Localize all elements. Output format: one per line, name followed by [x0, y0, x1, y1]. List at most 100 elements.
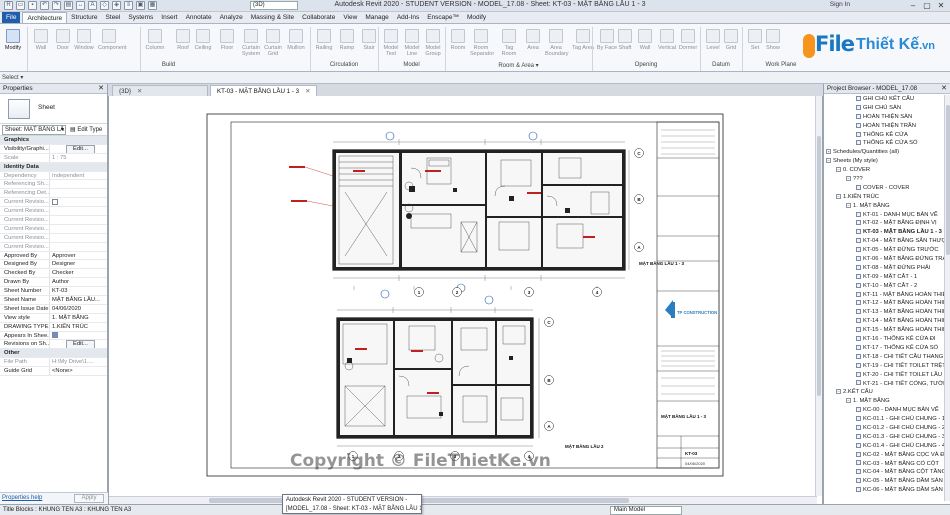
tab-collaborate[interactable]: Collaborate: [298, 12, 339, 23]
collapse-icon[interactable]: −: [846, 398, 851, 404]
property-row-sheet-name[interactable]: Sheet Name MẶT BẰNG LẦU...: [0, 296, 107, 305]
tab-manage[interactable]: Manage: [361, 12, 393, 23]
property-value[interactable]: Independent: [50, 172, 107, 180]
tree-item[interactable]: HOÀN THIỆN SÀN: [824, 113, 944, 122]
tree-item[interactable]: KT-05 - MẶT ĐỨNG TRƯỚC: [824, 246, 944, 255]
tree-item[interactable]: KT-08 - MẶT ĐỨNG PHẢI: [824, 264, 944, 273]
property-value[interactable]: [50, 225, 107, 233]
tree-node[interactable]: −1.KIẾN TRÚC: [824, 193, 944, 202]
property-value[interactable]: [50, 180, 107, 188]
ribbon-tag-room-button[interactable]: Tag Room: [498, 27, 520, 65]
open-icon[interactable]: ▭: [16, 1, 25, 10]
close-icon[interactable]: ✕: [941, 84, 947, 94]
collapse-icon[interactable]: −: [826, 158, 831, 164]
property-row-dependency[interactable]: Dependency Independent: [0, 171, 107, 181]
ribbon-area-boundary-button[interactable]: Area Boundary: [545, 27, 569, 65]
property-row-current-revisio[interactable]: Current Revisio...: [0, 233, 107, 243]
property-value[interactable]: 1 : 75: [50, 154, 107, 162]
tree-item[interactable]: THỐNG KÊ CỬA SỔ: [824, 139, 944, 148]
redo-icon[interactable]: ↷: [52, 1, 61, 10]
tree-item[interactable]: KT-16 - THỐNG KÊ CỬA ĐI: [824, 335, 944, 344]
property-row-file-path[interactable]: File Path H:\My Drive\1....: [0, 358, 107, 368]
tab-analyze[interactable]: Analyze: [216, 12, 247, 23]
property-row-checked-by[interactable]: Checked By Checker: [0, 269, 107, 279]
3d-view-icon[interactable]: ◇: [100, 1, 109, 10]
tab-modify[interactable]: Modify: [463, 12, 490, 23]
sign-in-link[interactable]: Sign In: [830, 1, 850, 8]
ribbon-railing-button[interactable]: Railing: [313, 27, 335, 65]
tree-item[interactable]: KT-15 - MẶT BẰNG HOÀN THIỆN: [824, 326, 944, 335]
property-value[interactable]: [50, 198, 107, 206]
tree-item[interactable]: KC-01.3 - GHI CHÚ CHUNG - 3: [824, 433, 944, 442]
close-tab-icon[interactable]: ✕: [305, 88, 310, 95]
print-icon[interactable]: ▤: [64, 1, 73, 10]
revit-logo-icon[interactable]: R: [4, 1, 13, 10]
property-value[interactable]: 1.KIẾN TRÚC: [50, 323, 107, 331]
tree-item[interactable]: KC-00 - DANH MỤC BẢN VẼ: [824, 406, 944, 415]
active-model-dropdown[interactable]: Main Model: [610, 506, 682, 515]
property-row-sheet-issue-date[interactable]: Sheet Issue Date 04/06/2020: [0, 304, 107, 314]
edit-button[interactable]: Edit...: [66, 144, 95, 153]
save-icon[interactable]: ▪: [28, 1, 37, 10]
property-value[interactable]: [50, 189, 107, 197]
property-value[interactable]: Edit...: [50, 340, 107, 349]
ribbon-model-line-button[interactable]: Model Line: [401, 27, 423, 65]
ribbon-modify-button[interactable]: Modify: [2, 27, 24, 65]
edit-button[interactable]: Edit...: [66, 340, 95, 349]
tree-node[interactable]: −1. MẶT BẰNG: [824, 397, 944, 406]
property-row-approved-by[interactable]: Approved By Approver: [0, 251, 107, 261]
property-row-appears-in-shee[interactable]: Appears In Shee...: [0, 331, 107, 341]
category-graphics[interactable]: Graphics: [0, 136, 107, 145]
tree-node[interactable]: −1. MẶT BẰNG: [824, 202, 944, 211]
ribbon-curtain-system-button[interactable]: Curtain System: [240, 27, 262, 65]
tree-item[interactable]: KC-03 - MẶT BẰNG CỔ CỘT: [824, 460, 944, 469]
tree-node[interactable]: − Sheets (My style): [824, 157, 944, 166]
property-row-referencing-sh[interactable]: Referencing Sh...: [0, 180, 107, 190]
tree-node[interactable]: −???: [824, 175, 944, 184]
ribbon-room-separator-button[interactable]: Room Separator: [470, 27, 494, 65]
tree-item[interactable]: KT-20 - CHI TIẾT TOILET LẦU: [824, 371, 944, 380]
tab-annotate[interactable]: Annotate: [182, 12, 216, 23]
text-icon[interactable]: A: [88, 1, 97, 10]
tab-enscape[interactable]: Enscape™: [423, 12, 463, 23]
minimize-button[interactable]: –: [906, 0, 920, 11]
tree-item[interactable]: KT-18 - CHI TIẾT CẦU THANG: [824, 353, 944, 362]
property-value[interactable]: Checker: [50, 269, 107, 277]
property-row-current-revisio[interactable]: Current Revisio...: [0, 216, 107, 225]
ribbon-model-text-button[interactable]: Model Text: [380, 27, 402, 65]
tree-item[interactable]: KT-17 - THỐNG KÊ CỬA SỔ: [824, 344, 944, 353]
maximize-button[interactable]: ▢: [920, 0, 934, 11]
view-tab-kt-03-mat-bang-lau-1-3[interactable]: KT-03 - MẶT BẰNG LẦU 1 - 3 ✕: [210, 85, 318, 96]
tree-item[interactable]: KT-19 - CHI TIẾT TOILET TRỆT: [824, 362, 944, 371]
collapse-icon[interactable]: −: [836, 167, 841, 173]
tree-item[interactable]: COVER - COVER: [824, 184, 944, 193]
close-icon[interactable]: ✕: [98, 84, 104, 94]
tree-item[interactable]: KT-06 - MẶT BẰNG ĐỨNG TRÁI: [824, 255, 944, 264]
ribbon-floor-button[interactable]: Floor: [216, 27, 238, 65]
property-value[interactable]: 1. MẶT BẰNG: [50, 314, 107, 322]
view-combo[interactable]: (3D): [250, 1, 298, 10]
ribbon-group-select[interactable]: Select ▾: [2, 74, 27, 81]
tree-item[interactable]: KT-12 - MẶT BẰNG HOÀN THIỆN: [824, 299, 944, 308]
tree-item[interactable]: KC-02 - MẶT BẰNG CỌC VÀ ĐÀ: [824, 451, 944, 460]
property-value[interactable]: [50, 207, 107, 215]
ribbon-shaft-button[interactable]: Shaft: [614, 27, 636, 65]
collapse-icon[interactable]: −: [846, 202, 851, 208]
property-row-sheet-number[interactable]: Sheet Number KT-03: [0, 287, 107, 297]
tree-item[interactable]: GHI CHÚ KẾT CẤU: [824, 95, 944, 104]
ribbon-window-button[interactable]: Window: [73, 27, 95, 65]
tree-item[interactable]: KT-14 - MẶT BẰNG HOÀN THIỆN: [824, 317, 944, 326]
undo-icon[interactable]: ↶: [40, 1, 49, 10]
property-row-designed-by[interactable]: Designed By Designer: [0, 260, 107, 270]
tree-item[interactable]: KC-05 - MẶT BẰNG DẦM SÀN: [824, 477, 944, 486]
property-value[interactable]: [50, 216, 107, 224]
property-row-drawing-type[interactable]: DRAWING TYPE 1.KIẾN TRÚC: [0, 322, 107, 332]
property-value[interactable]: Designer: [50, 260, 107, 268]
ribbon-roof-button[interactable]: Roof: [172, 27, 194, 65]
tree-item[interactable]: KC-06 - MẶT BẰNG DẦM SÀN: [824, 486, 944, 495]
property-value[interactable]: MẶT BẰNG LẦU...: [50, 296, 107, 304]
property-value[interactable]: H:\My Drive\1....: [50, 358, 107, 366]
property-checkbox[interactable]: [52, 198, 58, 205]
close-hidden-icon[interactable]: ▣: [136, 1, 145, 10]
tree-item[interactable]: KT-01 - DANH MỤC BẢN VẼ: [824, 211, 944, 220]
